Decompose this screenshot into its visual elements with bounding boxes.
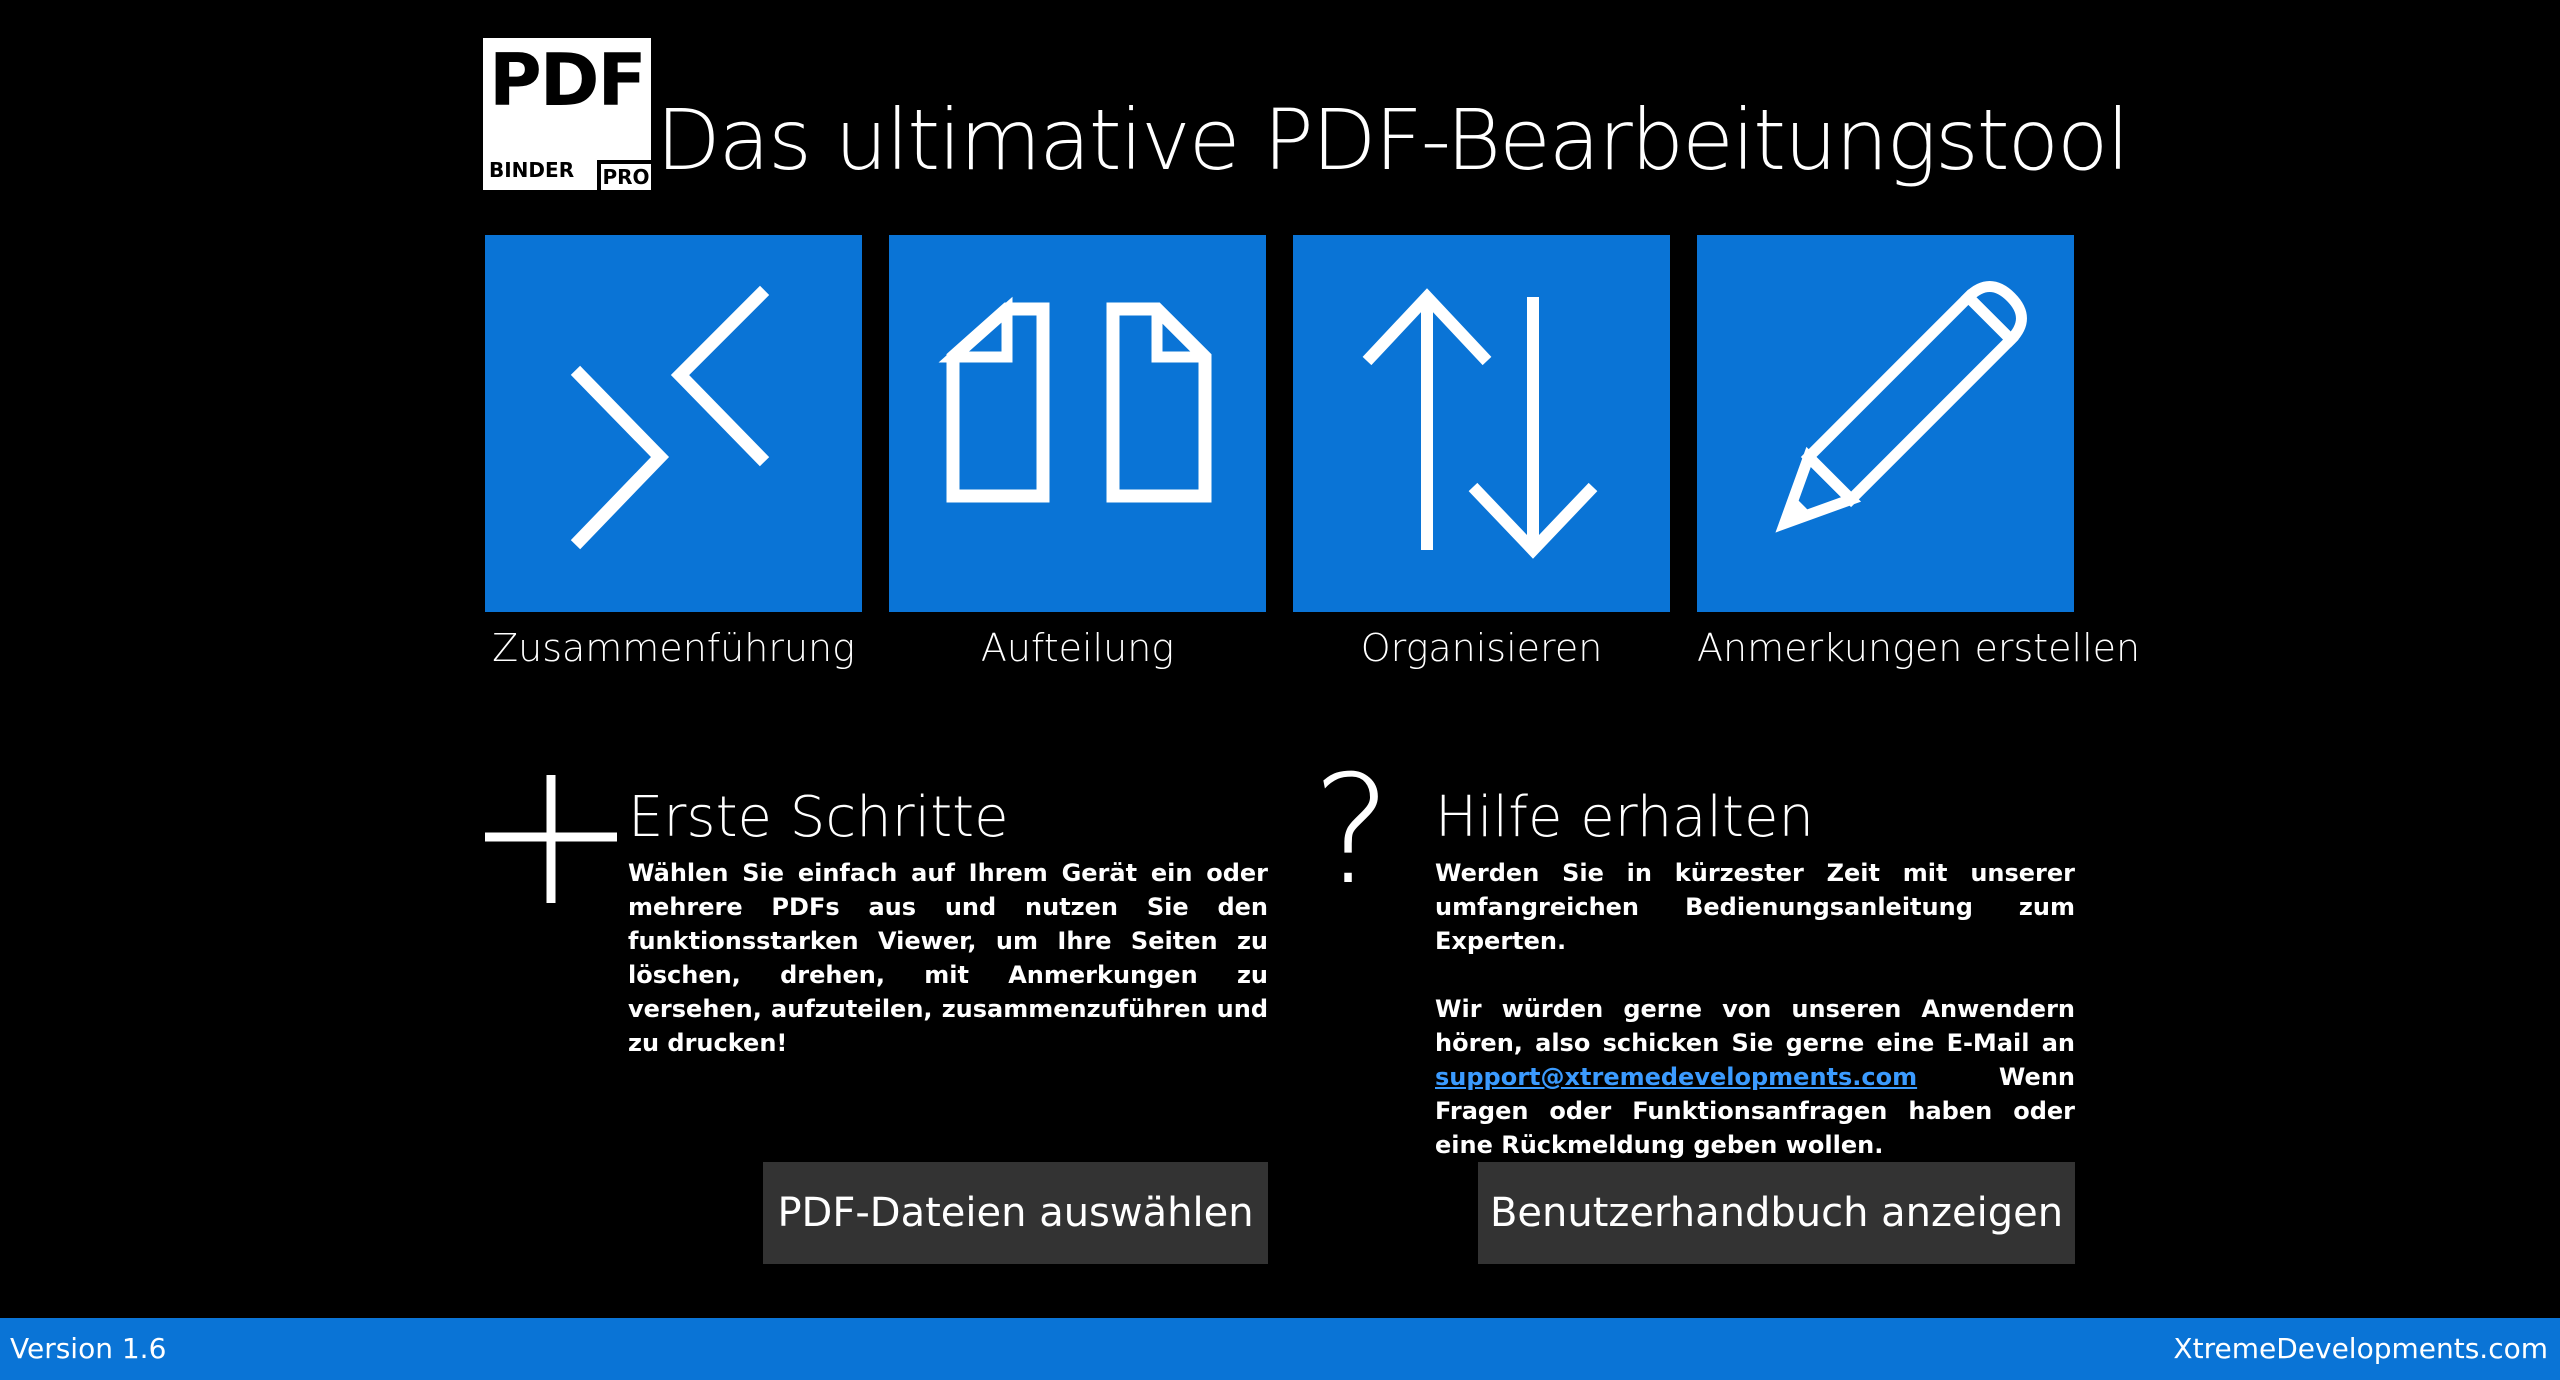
merge-icon: [570, 285, 770, 550]
tile-organize[interactable]: Organisieren: [1293, 235, 1670, 670]
tile-organize-label: Organisieren: [1360, 626, 1603, 670]
getting-started-text: Wählen Sie einfach auf Ihrem Gerät ein o…: [628, 856, 1268, 1060]
tile-split-box[interactable]: [889, 235, 1266, 612]
tile-merge[interactable]: Zusammenführung: [485, 235, 862, 670]
page-title: Das ultimative PDF-Bearbeitungstool: [656, 91, 2130, 189]
main-page: PDF BINDER PRO Das ultimative PDF-Bearbe…: [0, 0, 2560, 1380]
support-email-link[interactable]: support@xtremedevelopments.com: [1435, 1063, 1917, 1091]
tile-organize-box[interactable]: [1293, 235, 1670, 612]
getting-started-title: Erste Schritte: [628, 785, 1009, 850]
split-icon: [938, 296, 1212, 503]
logo-pro-text: PRO: [602, 165, 650, 189]
select-pdf-files-button[interactable]: PDF-Dateien auswählen: [763, 1162, 1268, 1264]
tile-annotate-box[interactable]: [1697, 235, 2074, 612]
status-bar: Version 1.6 XtremeDevelopments.com: [0, 1318, 2560, 1380]
logo-binder-text: BINDER: [489, 158, 575, 182]
plus-icon: [485, 775, 617, 903]
help-body-1: Werden Sie in kürzester Zeit mit unserer…: [1435, 859, 2075, 955]
organize-arrows-icon: [1362, 288, 1598, 559]
tile-split[interactable]: Aufteilung: [889, 235, 1266, 670]
tile-merge-box[interactable]: [485, 235, 862, 612]
help-title: Hilfe erhalten: [1435, 785, 1814, 850]
show-user-manual-button[interactable]: Benutzerhandbuch anzeigen: [1478, 1162, 2075, 1264]
pdf-binder-pro-logo: PDF BINDER PRO: [483, 38, 651, 190]
logo-pro-badge: PRO: [597, 160, 651, 190]
feature-tiles: Zusammenführung Aufteilung Organisieren …: [485, 235, 2141, 685]
help-body-2: Wir würden gerne von unseren Anwendern h…: [1435, 992, 2075, 1162]
getting-started-body: Wählen Sie einfach auf Ihrem Gerät ein o…: [628, 859, 1268, 1057]
question-mark-icon: ?: [1312, 744, 1392, 918]
version-label: Version 1.6: [10, 1332, 167, 1365]
tile-annotate-label: Anmerkungen erstellen: [1697, 626, 2141, 670]
pencil-icon: [1775, 281, 2027, 533]
tile-split-label: Aufteilung: [980, 626, 1175, 670]
logo-pdf-text: PDF: [489, 38, 647, 122]
tile-annotate[interactable]: Anmerkungen erstellen: [1697, 235, 2141, 670]
help-body-2-before: Wir würden gerne von unseren Anwendern h…: [1435, 995, 2075, 1057]
help-text: Werden Sie in kürzester Zeit mit unserer…: [1435, 856, 2075, 1162]
company-link[interactable]: XtremeDevelopments.com: [2173, 1318, 2548, 1380]
tile-merge-label: Zusammenführung: [492, 626, 855, 670]
